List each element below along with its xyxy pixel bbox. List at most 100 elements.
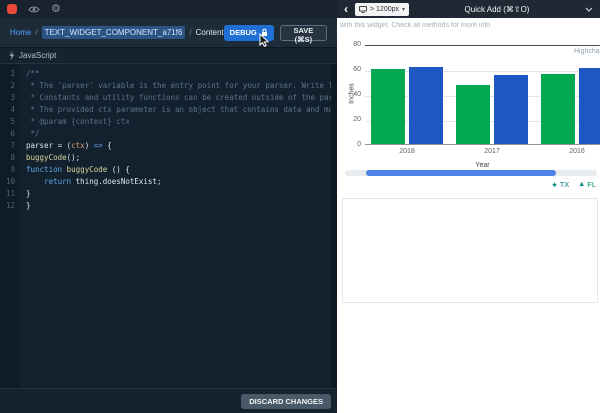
plot-area xyxy=(365,45,600,145)
save-button[interactable]: SAVE (⌘S) xyxy=(280,25,327,41)
gear-icon: ⚙ xyxy=(51,4,61,15)
x-category-label: 2016 xyxy=(552,148,600,155)
code-line: 8buggyCode(); xyxy=(0,152,337,164)
preview-panel: ‹ > 1200px ▾ Quick Add (⌘⇧O) with this w… xyxy=(337,0,600,413)
code-line: 3 * Constants and utility functions can … xyxy=(0,92,337,104)
editor-panel: ⚙ Home / TEXT_WIDGET_COMPONENT_a71f6 / C… xyxy=(0,0,337,413)
code-text: * Constants and utility functions can be… xyxy=(20,92,337,104)
chevron-down-button[interactable] xyxy=(585,7,593,12)
app-logo[interactable] xyxy=(7,4,17,14)
lightning-icon xyxy=(9,51,15,60)
code-lines: 1/**2 * The 'parser' variable is the ent… xyxy=(0,64,337,212)
legend-item[interactable]: ▲FL xyxy=(578,180,596,189)
code-line: 10 return thing.doesNotExist; xyxy=(0,176,337,188)
code-line: 1/** xyxy=(0,68,337,80)
code-editor[interactable]: 1/**2 * The 'parser' variable is the ent… xyxy=(0,64,337,388)
code-text: return thing.doesNotExist; xyxy=(20,176,337,188)
chart-legend: ★TX ▲FL xyxy=(551,180,596,189)
viewport-size-label: > 1200px xyxy=(370,6,399,13)
discard-changes-button[interactable]: DISCARD CHANGES xyxy=(241,394,331,409)
caret-down-icon: ▾ xyxy=(402,6,405,13)
y-tick-label: 0 xyxy=(337,141,361,148)
line-number: 11 xyxy=(0,188,20,200)
line-number: 10 xyxy=(0,176,20,188)
app-window: ⚙ Home / TEXT_WIDGET_COMPONENT_a71f6 / C… xyxy=(0,0,600,413)
monitor-icon xyxy=(359,6,367,13)
breadcrumb-current-page: Content xyxy=(196,28,224,37)
x-axis-title: Year xyxy=(365,162,600,169)
code-line: 4 * The provided ctx parameter is an obj… xyxy=(0,104,337,116)
code-text: } xyxy=(20,200,337,212)
code-line: 6 */ xyxy=(0,128,337,140)
code-text: parser = (ctx) => { xyxy=(20,140,337,152)
breadcrumb: Home / TEXT_WIDGET_COMPONENT_a71f6 / Con… xyxy=(0,18,337,48)
line-number: 7 xyxy=(0,140,20,152)
code-line: 5 * @param {context} ctx xyxy=(0,116,337,128)
line-number: 5 xyxy=(0,116,20,128)
line-number: 2 xyxy=(0,80,20,92)
bar-FL xyxy=(579,68,600,144)
editor-footer-bar: DISCARD CHANGES xyxy=(0,388,337,413)
code-line: 12} xyxy=(0,200,337,212)
bar-FL xyxy=(494,75,528,144)
quick-add-title: Quick Add (⌘⇧O) xyxy=(416,5,578,14)
eye-icon xyxy=(28,5,40,14)
debug-button-label: DEBUG xyxy=(230,28,257,37)
y-tick-label: 60 xyxy=(337,66,361,73)
mouse-cursor xyxy=(258,33,270,49)
code-line: 11} xyxy=(0,188,337,200)
code-line: 2 * The 'parser' variable is the entry p… xyxy=(0,80,337,92)
line-number: 9 xyxy=(0,164,20,176)
code-text: * The provided ctx parameter is an objec… xyxy=(20,104,337,116)
back-button[interactable]: ‹ xyxy=(344,3,348,15)
x-category-label: 2017 xyxy=(467,148,517,155)
code-line: 9function buggyCode () { xyxy=(0,164,337,176)
bar-TX xyxy=(541,74,575,144)
code-text: * The 'parser' variable is the entry poi… xyxy=(20,80,337,92)
code-text: */ xyxy=(20,128,337,140)
code-line: 7parser = (ctx) => { xyxy=(0,140,337,152)
empty-widget-placeholder xyxy=(342,198,598,303)
line-number: 4 xyxy=(0,104,20,116)
legend-marker-icon: ★ xyxy=(551,181,557,189)
y-tick-label: 80 xyxy=(337,41,361,48)
breadcrumb-home-link[interactable]: Home xyxy=(10,28,31,37)
line-number: 3 xyxy=(0,92,20,104)
line-number: 6 xyxy=(0,128,20,140)
horizontal-scrollbar-thumb[interactable] xyxy=(366,170,556,176)
bar-TX xyxy=(456,85,490,144)
bar-FL xyxy=(409,67,443,145)
code-text: * @param {context} ctx xyxy=(20,116,337,128)
x-axis: 2018 2017 2016 xyxy=(365,148,600,158)
legend-marker-icon: ▲ xyxy=(578,181,585,188)
legend-label: TX xyxy=(560,180,570,189)
line-number: 12 xyxy=(0,200,20,212)
viewport-size-dropdown[interactable]: > 1200px ▾ xyxy=(355,3,409,16)
preview-eye-button[interactable] xyxy=(28,5,40,14)
breadcrumb-separator: / xyxy=(35,28,37,37)
preview-toolbar: ‹ > 1200px ▾ Quick Add (⌘⇧O) xyxy=(337,0,600,18)
x-category-label: 2018 xyxy=(382,148,432,155)
settings-gear-button[interactable]: ⚙ xyxy=(51,4,61,15)
chevron-down-icon xyxy=(585,7,593,12)
highcharts-credit-link[interactable]: Highcharts.com xyxy=(574,48,600,55)
line-number: 8 xyxy=(0,152,20,164)
legend-item[interactable]: ★TX xyxy=(551,180,569,189)
y-tick-label: 20 xyxy=(337,116,361,123)
code-text: } xyxy=(20,188,337,200)
bar-TX xyxy=(371,69,405,144)
language-tab-label: JavaScript xyxy=(19,51,56,60)
widget-note-text: with this widget. Check all methods for … xyxy=(340,22,598,29)
line-number: 1 xyxy=(0,68,20,80)
top-toolbar: ⚙ xyxy=(0,0,337,18)
breadcrumb-widget-id[interactable]: TEXT_WIDGET_COMPONENT_a71f6 xyxy=(42,26,186,39)
legend-label: FL xyxy=(587,180,596,189)
y-tick-label: 40 xyxy=(337,91,361,98)
code-text: /** xyxy=(20,68,337,80)
code-text: function buggyCode () { xyxy=(20,164,337,176)
y-axis: 020406080 xyxy=(337,45,361,145)
code-text: buggyCode(); xyxy=(20,152,337,164)
horizontal-scrollbar-track[interactable] xyxy=(345,170,597,176)
breadcrumb-separator: / xyxy=(189,28,191,37)
editor-language-tab[interactable]: JavaScript xyxy=(0,48,337,64)
